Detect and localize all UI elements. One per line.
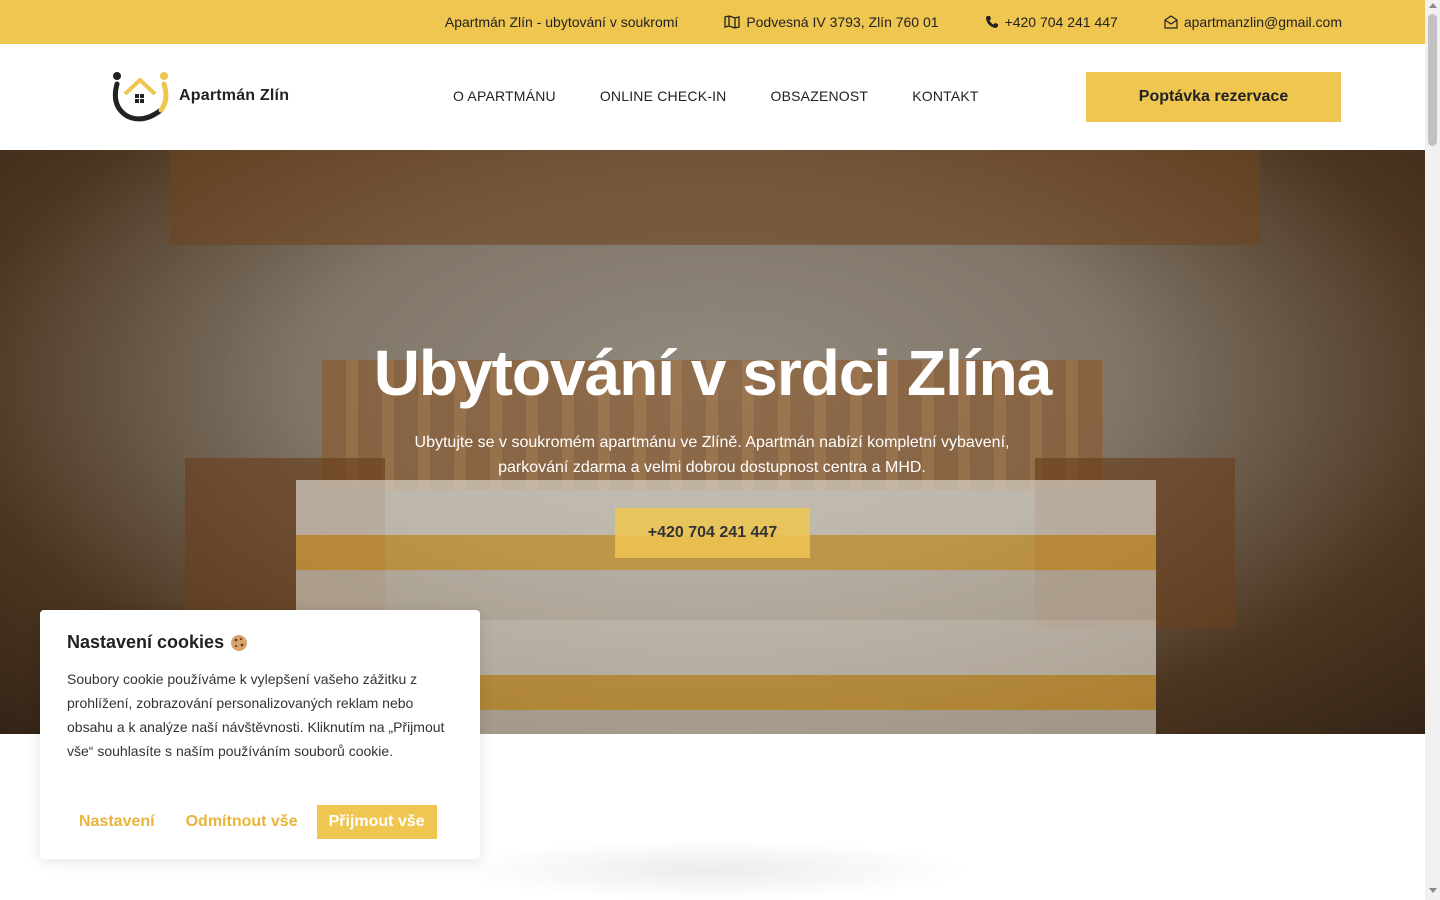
logo-text: Apartmán Zlín [179, 87, 290, 104]
cookie-icon [231, 634, 248, 651]
cookie-title: Nastavení cookies [67, 632, 453, 653]
faded-section-heading [450, 840, 970, 900]
scroll-down-arrow-icon[interactable] [1429, 888, 1437, 893]
phone-link[interactable]: +420 704 241 447 [985, 14, 1118, 30]
email-link[interactable]: apartmanzlin@gmail.com [1164, 14, 1342, 30]
phone-icon [985, 16, 998, 28]
reservation-button[interactable]: Poptávka rezervace [1086, 72, 1341, 122]
envelope-icon [1164, 15, 1178, 29]
nav-item-online-check-in[interactable]: ONLINE CHECK-IN [600, 88, 727, 104]
cookie-text: Soubory cookie používáme k vylepšení vaš… [67, 671, 445, 759]
scrollbar[interactable] [1425, 0, 1440, 900]
hero-image-shelf [170, 150, 1260, 245]
scrollbar-thumb[interactable] [1428, 14, 1437, 146]
nav-item-obsazenost[interactable]: OBSAZENOST [771, 88, 869, 104]
site-header: Apartmán Zlín O APARTMÁNU ONLINE CHECK-I… [0, 44, 1425, 150]
address-link[interactable]: Podvesná IV 3793, Zlín 760 01 [724, 14, 939, 30]
scroll-up-arrow-icon[interactable] [1429, 3, 1437, 8]
logo[interactable]: Apartmán Zlín [107, 70, 289, 122]
main-nav: O APARTMÁNU ONLINE CHECK-IN OBSAZENOST K… [453, 88, 1023, 104]
hero-text: Ubytujte se v soukromém apartmánu ve Zlí… [414, 434, 1010, 476]
nav-item-kontakt[interactable]: KONTAKT [912, 88, 978, 104]
hero-phone-button[interactable]: +420 704 241 447 [615, 508, 810, 558]
cookie-reject-button[interactable]: Odmítnout vše [174, 805, 310, 839]
top-bar: Apartmán Zlín - ubytování v soukromí Pod… [0, 0, 1425, 44]
hero-title: Ubytování v srdci Zlína [373, 337, 1053, 409]
nav-item-o-apartmanu[interactable]: O APARTMÁNU [453, 88, 556, 104]
cookie-consent-dialog: Nastavení cookies Soubory cookie používá… [40, 610, 480, 859]
cookie-accept-button[interactable]: Přijmout vše [316, 805, 437, 839]
cookie-settings-button[interactable]: Nastavení [67, 805, 167, 839]
tagline: Apartmán Zlín - ubytování v soukromí [444, 14, 679, 30]
cookie-actions: Nastavení Odmítnout vše Přijmout vše [67, 805, 437, 839]
map-icon [724, 15, 740, 29]
logo-icon [112, 72, 169, 122]
